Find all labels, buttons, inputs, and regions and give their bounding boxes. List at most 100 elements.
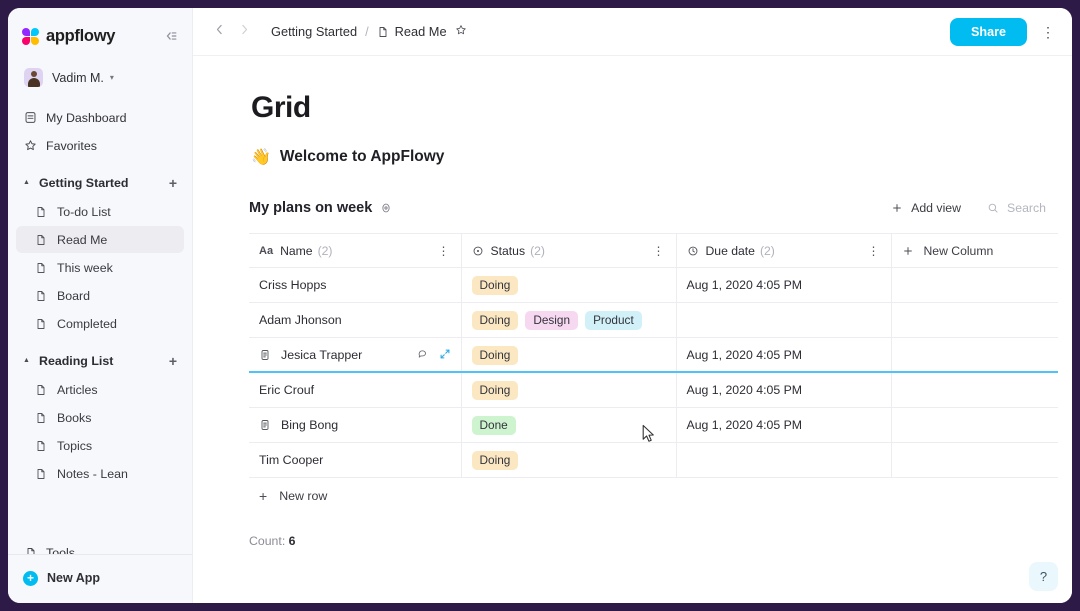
star-outline-icon[interactable] (455, 24, 467, 39)
expand-icon[interactable] (439, 348, 451, 363)
cell-name[interactable]: Tim Cooper (249, 443, 461, 478)
row-name-text: Criss Hopps (259, 278, 326, 292)
breadcrumb-current[interactable]: Read Me (395, 24, 447, 39)
column-label: Due date (706, 244, 755, 258)
cell-due-date[interactable] (676, 443, 891, 478)
target-settings-icon[interactable] (380, 202, 392, 214)
cell-status[interactable]: Doing (461, 373, 676, 408)
comment-icon[interactable] (417, 348, 429, 363)
status-tag: Design (525, 311, 578, 330)
sidebar-item-this-week[interactable]: This week (16, 254, 184, 281)
sidebar-item-my-dashboard[interactable]: My Dashboard (16, 104, 184, 131)
share-button[interactable]: Share (950, 18, 1027, 46)
new-app-label: New App (47, 571, 100, 585)
chevron-up-icon[interactable]: ▲ (23, 179, 33, 186)
document-icon (35, 206, 49, 218)
row-name-text: Tim Cooper (259, 453, 323, 467)
sidebar-item-label: Favorites (46, 139, 97, 153)
grid-table-wrap: Aa Name (2) ⋮ (249, 233, 1058, 478)
chevron-up-icon[interactable]: ▲ (23, 357, 33, 364)
add-page-icon[interactable]: + (169, 176, 177, 190)
cell-name[interactable]: Bing Bong (249, 408, 461, 443)
table-row[interactable]: Criss Hopps Doing Aug 1, 2020 4:05 PM (249, 268, 1058, 303)
table-row[interactable]: Adam JhonsonDoingDesignProduct (249, 303, 1058, 338)
cell-due-date[interactable]: Aug 1, 2020 4:05 PM (676, 338, 891, 373)
row-name-text: Bing Bong (281, 418, 338, 432)
sidebar-item-articles[interactable]: Articles (16, 376, 184, 403)
column-menu-icon[interactable]: ⋮ (438, 245, 451, 257)
column-header-new-column[interactable]: New Column (891, 234, 1058, 268)
status-tag: Doing (472, 276, 519, 295)
cell-name[interactable]: Jesica Trapper (249, 338, 461, 373)
new-row-button[interactable]: + New row (259, 488, 1072, 504)
document-icon (35, 468, 49, 480)
text-type-icon: Aa (259, 245, 273, 257)
sidebar-utility-group: Tools Trash (8, 539, 192, 554)
new-row-label: New row (279, 489, 327, 503)
sidebar-item-tools[interactable]: Tools (16, 539, 184, 554)
cell-status[interactable]: Doing (461, 338, 676, 373)
vertical-dots-icon[interactable]: ⋮ (1041, 25, 1056, 39)
table-row[interactable]: Jesica Trapper Doing Aug 1, 2020 4:05 PM (249, 338, 1058, 373)
grid-view-name[interactable]: My plans on week (249, 200, 372, 216)
sidebar-item-books[interactable]: Books (16, 404, 184, 431)
cell-name[interactable]: Adam Jhonson (249, 303, 461, 338)
sidebar-section-getting-started[interactable]: ▲ Getting Started + (16, 169, 184, 196)
document-icon (35, 384, 49, 396)
back-icon[interactable] (207, 21, 232, 42)
row-document-icon[interactable] (259, 419, 271, 431)
row-document-icon[interactable] (259, 349, 271, 361)
sidebar-section-reading-list[interactable]: ▲ Reading List + (16, 347, 184, 374)
table-row[interactable]: Tim Cooper Doing (249, 443, 1058, 478)
sidebar-footer: + New App (8, 554, 192, 603)
user-name: Vadim M. (52, 71, 104, 85)
sidebar-item-favorites[interactable]: Favorites (16, 132, 184, 159)
status-tag: Doing (472, 311, 519, 330)
dashboard-icon (23, 111, 38, 124)
column-label: Name (280, 244, 313, 258)
cell-name[interactable]: Criss Hopps (249, 268, 461, 303)
sidebar-item-topics[interactable]: Topics (16, 432, 184, 459)
user-profile-button[interactable]: Vadim M. ▾ (20, 64, 180, 91)
search-icon (987, 202, 999, 214)
cell-name[interactable]: Eric Crouf (249, 373, 461, 408)
breadcrumb-parent[interactable]: Getting Started (271, 24, 357, 39)
status-tag: Doing (472, 346, 519, 365)
cell-status[interactable]: Doing (461, 268, 676, 303)
chevron-down-icon[interactable]: ▾ (110, 73, 114, 82)
help-button[interactable]: ? (1029, 562, 1058, 591)
column-header-status[interactable]: Status (2) ⋮ (461, 234, 676, 268)
sidebar-item-read-me[interactable]: Read Me (16, 226, 184, 253)
cell-due-date[interactable] (676, 303, 891, 338)
add-view-button[interactable]: Add view (885, 197, 967, 219)
grid-search-button[interactable]: Search (981, 197, 1052, 219)
grid-table-head: Aa Name (2) ⋮ (249, 234, 1058, 268)
column-header-name[interactable]: Aa Name (2) ⋮ (249, 234, 461, 268)
breadcrumb-separator: / (365, 24, 369, 39)
status-tag: Doing (472, 451, 519, 470)
cell-due-date[interactable]: Aug 1, 2020 4:05 PM (676, 268, 891, 303)
document-icon (35, 290, 49, 302)
grid-toolbar: My plans on week Add view (249, 197, 1052, 219)
cell-due-date[interactable]: Aug 1, 2020 4:05 PM (676, 373, 891, 408)
row-hover-actions (417, 348, 451, 363)
sidebar-item-board[interactable]: Board (16, 282, 184, 309)
add-page-icon[interactable]: + (169, 354, 177, 368)
column-menu-icon[interactable]: ⋮ (653, 245, 666, 257)
table-row[interactable]: Eric CroufDoingAug 1, 2020 4:05 PM (249, 373, 1058, 408)
forward-icon[interactable] (232, 21, 257, 42)
plus-circle-icon: + (23, 571, 38, 586)
sidebar-item-notes-lean[interactable]: Notes - Lean (16, 460, 184, 487)
new-app-button[interactable]: + New App (16, 565, 184, 591)
column-menu-icon[interactable]: ⋮ (868, 245, 881, 257)
sidebar-item-completed[interactable]: Completed (16, 310, 184, 337)
column-header-due-date[interactable]: Due date (2) ⋮ (676, 234, 891, 268)
cell-status[interactable]: Doing (461, 443, 676, 478)
table-row[interactable]: Bing Bong DoneAug 1, 2020 4:05 PM (249, 408, 1058, 443)
cell-status[interactable]: DoingDesignProduct (461, 303, 676, 338)
sidebar-item-to-do-list[interactable]: To-do List (16, 198, 184, 225)
cell-due-date[interactable]: Aug 1, 2020 4:05 PM (676, 408, 891, 443)
cell-status[interactable]: Done (461, 408, 676, 443)
collapse-sidebar-icon[interactable] (164, 29, 178, 43)
sidebar-item-label: Tools (46, 546, 75, 555)
